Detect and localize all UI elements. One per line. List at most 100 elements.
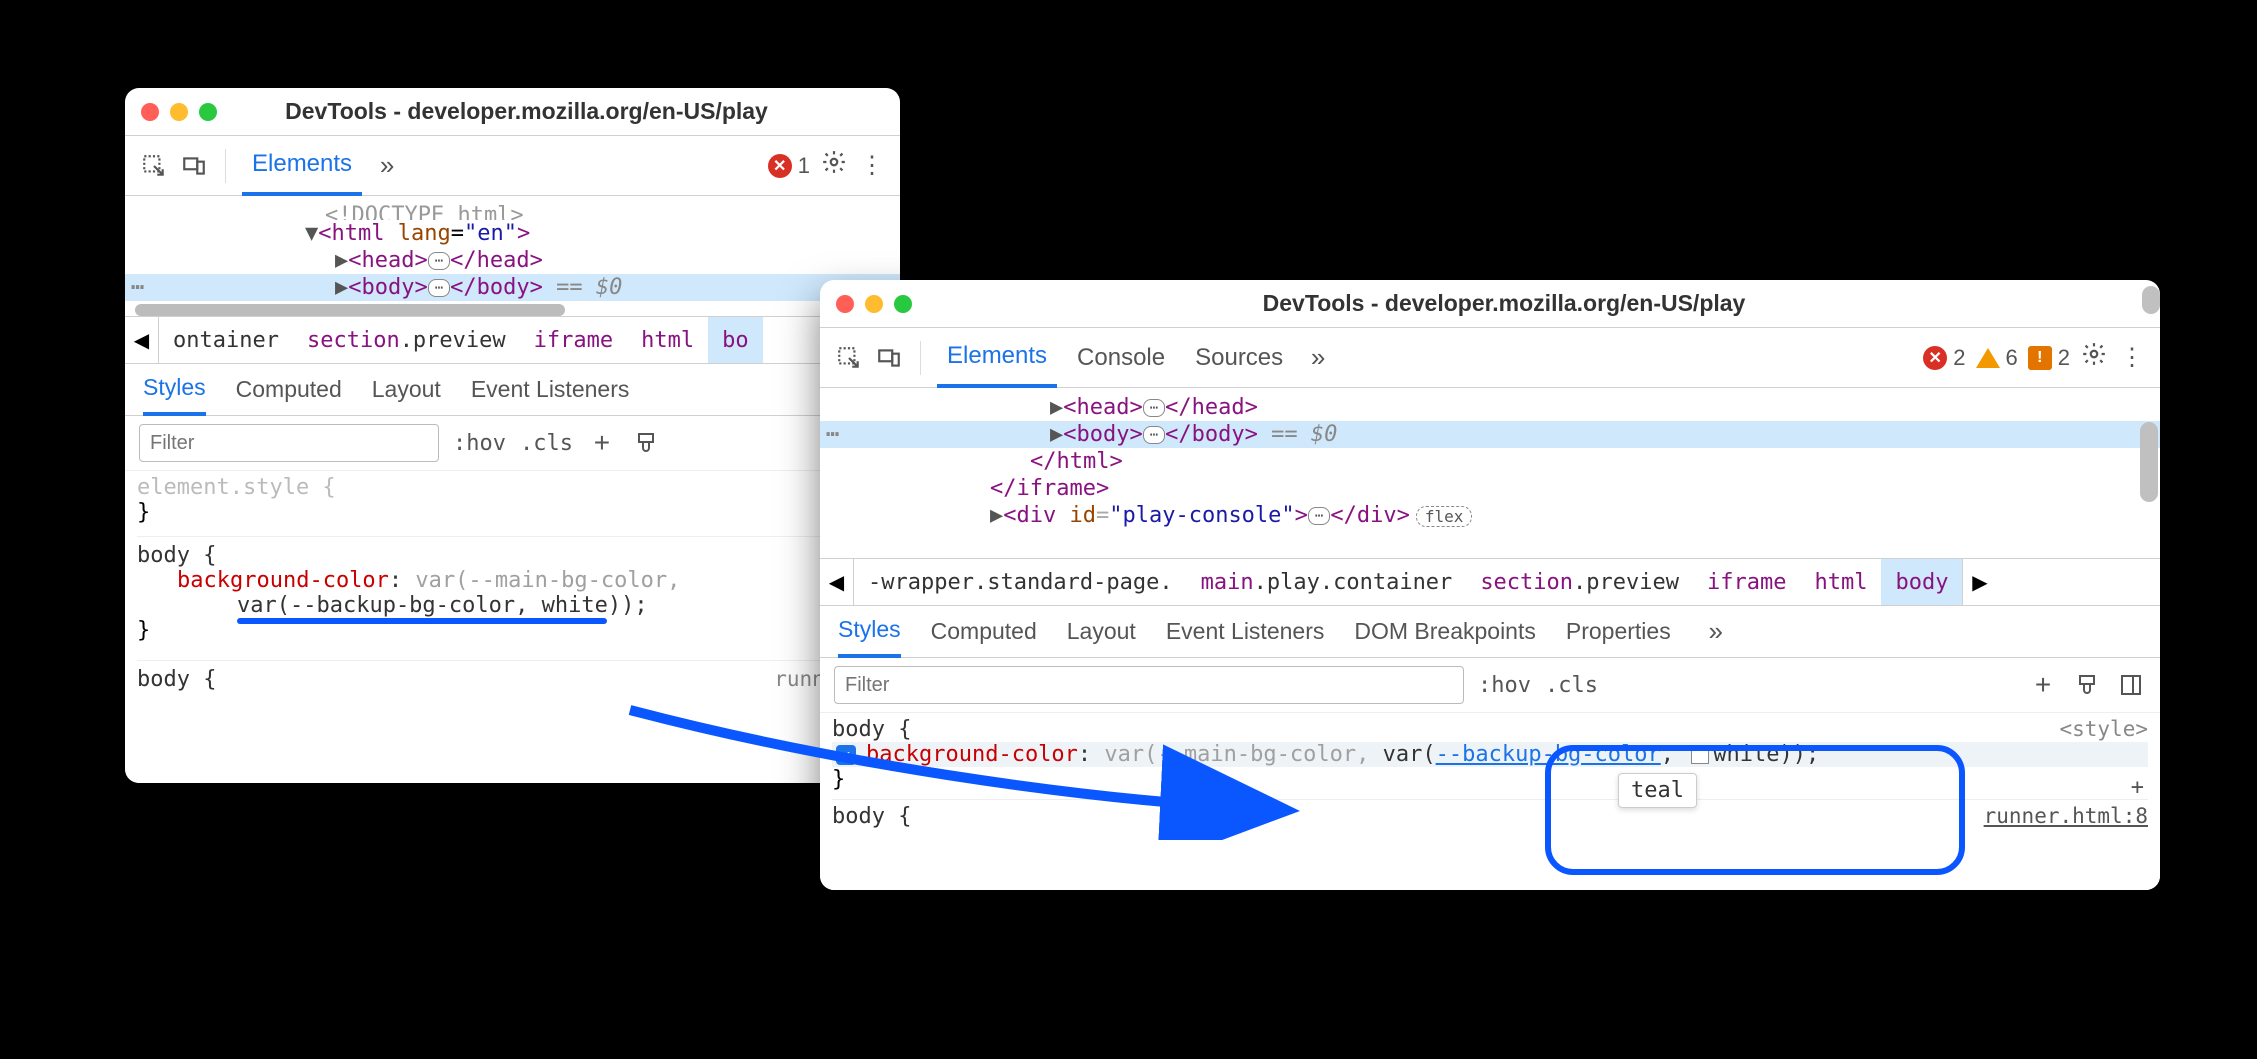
inspect-icon[interactable]	[834, 343, 864, 373]
crumb-wrapper[interactable]: -wrapper.standard-page.	[854, 559, 1187, 605]
subtab-computed[interactable]: Computed	[236, 365, 342, 414]
dom-line[interactable]: ▶<head>⋯</head>	[125, 247, 900, 274]
crumb-section[interactable]: section.preview	[293, 317, 520, 363]
more-tabs-icon[interactable]: »	[1303, 343, 1333, 373]
crumb-next-icon[interactable]: ▶	[1962, 559, 1996, 605]
gear-icon[interactable]	[820, 149, 848, 182]
element-style-cut: element.style {	[137, 475, 888, 500]
crumb-iframe[interactable]: iframe	[1693, 559, 1800, 605]
subtab-event-listeners[interactable]: Event Listeners	[471, 365, 630, 414]
breadcrumb: ◀ -wrapper.standard-page. main.play.cont…	[820, 558, 2160, 606]
message-icon: !	[2028, 346, 2052, 370]
kebab-icon[interactable]: ⋮	[858, 151, 886, 180]
error-badge[interactable]: ✕2	[1923, 345, 1965, 371]
subtab-layout[interactable]: Layout	[1067, 607, 1136, 656]
crumb-section[interactable]: section.preview	[1466, 559, 1693, 605]
window-title: DevTools - developer.mozilla.org/en-US/p…	[864, 290, 2144, 317]
dom-line-selected[interactable]: ⋯▶<body>⋯</body> == $0	[125, 274, 900, 301]
tab-elements[interactable]: Elements	[242, 136, 362, 196]
subtab-event-listeners[interactable]: Event Listeners	[1166, 607, 1325, 656]
kebab-icon[interactable]: ⋮	[2118, 343, 2146, 372]
crumb-html[interactable]: html	[1800, 559, 1881, 605]
crumb-body[interactable]: body	[1881, 559, 1962, 605]
brush-icon[interactable]	[2072, 670, 2102, 700]
crumb-html[interactable]: html	[627, 317, 708, 363]
rule-body[interactable]: <st body {	[137, 543, 888, 568]
filter-input[interactable]	[139, 424, 439, 462]
dom-line: <!DOCTYPE html>	[125, 202, 900, 220]
crumb-main[interactable]: main.play.container	[1187, 559, 1467, 605]
dom-line[interactable]: </html>	[820, 448, 2160, 475]
crumb-prev-icon[interactable]: ◀	[125, 317, 159, 363]
subtab-properties[interactable]: Properties	[1566, 607, 1671, 656]
v-scrollbar[interactable]	[2140, 392, 2158, 552]
subtab-styles[interactable]: Styles	[143, 363, 206, 416]
crumb-prev-icon[interactable]: ◀	[820, 559, 854, 605]
dom-line[interactable]: </iframe>	[820, 475, 2160, 502]
titlebar: DevTools - developer.mozilla.org/en-US/p…	[820, 280, 2160, 328]
tab-elements[interactable]: Elements	[937, 328, 1057, 388]
rule-source[interactable]: <style>	[2059, 717, 2148, 741]
close-icon[interactable]	[836, 295, 854, 313]
error-badge[interactable]: ✕ 1	[768, 153, 810, 179]
tooltip: teal	[1618, 773, 1697, 808]
dom-tree[interactable]: ▶<head>⋯</head> ⋯▶<body>⋯</body> == $0 <…	[820, 388, 2160, 558]
gear-icon[interactable]	[2080, 341, 2108, 374]
new-rule-icon[interactable]: +	[2028, 670, 2058, 700]
cls-toggle[interactable]: .cls	[520, 431, 573, 456]
divider	[225, 149, 226, 183]
device-icon[interactable]	[179, 151, 209, 181]
computed-panel-icon[interactable]	[2116, 670, 2146, 700]
property-checkbox[interactable]: ✓	[836, 745, 856, 765]
rule-body[interactable]: <style> body {	[832, 717, 2148, 742]
dom-line-selected[interactable]: ⋯▶<body>⋯</body> == $0	[820, 421, 2160, 448]
crumb-container[interactable]: ontainer	[159, 317, 293, 363]
dom-line[interactable]: ▶<head>⋯</head>	[820, 394, 2160, 421]
flex-badge[interactable]: flex	[1416, 506, 1473, 527]
device-icon[interactable]	[874, 343, 904, 373]
more-tabs-icon[interactable]: »	[372, 151, 402, 181]
subtab-layout[interactable]: Layout	[372, 365, 441, 414]
warning-icon	[1976, 348, 2000, 368]
divider	[920, 341, 921, 375]
css-declaration[interactable]: background-color: var(--main-bg-color,	[137, 568, 888, 593]
annotation-callout	[1545, 745, 1965, 875]
styles-pane[interactable]: element.style { } <st body { background-…	[125, 471, 900, 783]
more-subtabs-icon[interactable]: »	[1701, 617, 1731, 647]
devtools-window-1: DevTools - developer.mozilla.org/en-US/p…	[125, 88, 900, 783]
warning-badge[interactable]: 6	[1976, 345, 2018, 371]
rule-body2[interactable]: runner.ht body {	[137, 667, 888, 692]
subtab-styles[interactable]: Styles	[838, 605, 901, 658]
window-title: DevTools - developer.mozilla.org/en-US/p…	[169, 98, 884, 125]
dom-line[interactable]: ▼<html lang="en">	[125, 220, 900, 247]
dom-tree[interactable]: <!DOCTYPE html> ▼<html lang="en"> ▶<head…	[125, 196, 900, 316]
tab-console[interactable]: Console	[1067, 330, 1175, 386]
styles-subtabs: Styles Computed Layout Event Listeners	[125, 364, 900, 416]
hov-toggle[interactable]: :hov	[1478, 673, 1531, 698]
subtab-computed[interactable]: Computed	[931, 607, 1037, 656]
dom-line[interactable]: ▶<div id="play-console">⋯</div>flex	[820, 502, 2160, 529]
filter-input[interactable]	[834, 666, 1464, 704]
new-rule-icon[interactable]: +	[587, 428, 617, 458]
message-badge[interactable]: !2	[2028, 345, 2070, 371]
cls-toggle[interactable]: .cls	[1545, 673, 1598, 698]
styles-subtabs: Styles Computed Layout Event Listeners D…	[820, 606, 2160, 658]
rule-source[interactable]: runner.html:8	[1984, 804, 2148, 828]
css-value-line2[interactable]: var(--backup-bg-color, white));	[137, 593, 888, 618]
v-scrollbar[interactable]	[2142, 280, 2160, 326]
brace: }	[137, 500, 888, 525]
crumb-iframe[interactable]: iframe	[520, 317, 627, 363]
devtools-toolbar: Elements » ✕ 1 ⋮	[125, 136, 900, 196]
hov-toggle[interactable]: :hov	[453, 431, 506, 456]
styles-filter-row: :hov .cls +	[125, 416, 900, 471]
add-property-icon[interactable]: +	[2131, 775, 2144, 800]
brush-icon[interactable]	[631, 428, 661, 458]
inspect-icon[interactable]	[139, 151, 169, 181]
h-scrollbar[interactable]	[135, 304, 565, 316]
breadcrumb: ◀ ontainer section.preview iframe html b…	[125, 316, 900, 364]
crumb-body[interactable]: bo	[708, 317, 763, 363]
styles-filter-row: :hov .cls +	[820, 658, 2160, 713]
close-icon[interactable]	[141, 103, 159, 121]
tab-sources[interactable]: Sources	[1185, 330, 1293, 386]
subtab-dom-breakpoints[interactable]: DOM Breakpoints	[1354, 607, 1536, 656]
